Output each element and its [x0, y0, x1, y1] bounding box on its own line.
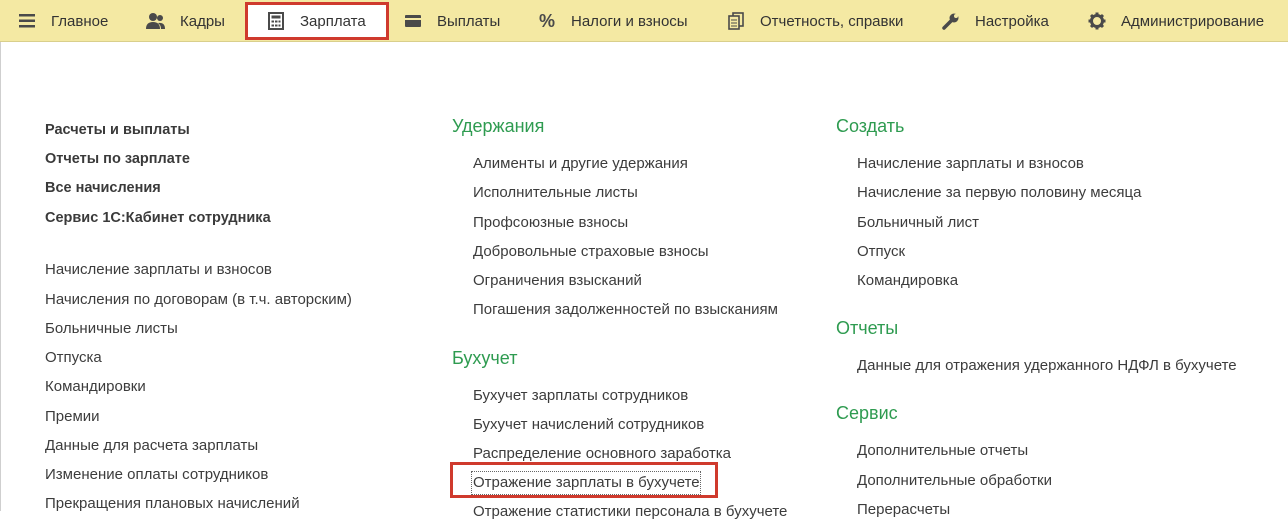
- section-title-accounting: Бухучет: [452, 348, 518, 368]
- nav-settings-label: Настройка: [975, 12, 1049, 30]
- link-contract-accruals[interactable]: Начисления по договорам (в т.ч. авторски…: [45, 291, 352, 308]
- link-ndfl-withheld-data[interactable]: Данные для отражения удержанного НДФЛ в …: [857, 357, 1237, 374]
- link-create-business-trip[interactable]: Командировка: [857, 272, 958, 289]
- section-title-reports: Отчеты: [836, 318, 899, 338]
- link-create-first-half[interactable]: Начисление за первую половину месяца: [857, 184, 1141, 201]
- link-staff-statistics-posting[interactable]: Отражение статистики персонала в бухучет…: [473, 503, 787, 520]
- link-additional-processing[interactable]: Дополнительные обработки: [857, 472, 1052, 489]
- menu-icon: [17, 11, 37, 31]
- link-bonuses[interactable]: Премии: [45, 408, 100, 425]
- link-create-payroll[interactable]: Начисление зарплаты и взносов: [857, 155, 1084, 172]
- nav-taxes[interactable]: % Налоги и взносы: [537, 0, 688, 42]
- wrench-icon: [941, 11, 961, 31]
- calculator-icon: [266, 11, 286, 31]
- link-collection-limits[interactable]: Ограничения взысканий: [473, 272, 642, 289]
- nav-main[interactable]: Главное: [17, 0, 108, 42]
- link-salary-posting[interactable]: Отражение зарплаты в бухучете: [473, 474, 700, 491]
- link-business-trips[interactable]: Командировки: [45, 378, 146, 395]
- top-navigation-bar: Главное Кадры Зарплата Выплаты % Налоги …: [0, 0, 1288, 42]
- link-calculations-payments[interactable]: Расчеты и выплаты: [45, 122, 190, 138]
- nav-salary-label: Зарплата: [300, 12, 366, 30]
- nav-reports-label: Отчетность, справки: [760, 12, 904, 30]
- percent-icon: %: [538, 10, 555, 31]
- nav-hr[interactable]: Кадры: [146, 0, 225, 42]
- wallet-icon: [403, 11, 423, 31]
- nav-taxes-label: Налоги и взносы: [571, 12, 688, 30]
- link-main-earnings-distribution[interactable]: Распределение основного заработка: [473, 445, 731, 462]
- nav-payments-label: Выплаты: [437, 12, 501, 30]
- link-employee-accrual-accounting[interactable]: Бухучет начислений сотрудников: [473, 416, 704, 433]
- link-salary-reports[interactable]: Отчеты по зарплате: [45, 151, 190, 167]
- people-icon: [146, 11, 166, 31]
- nav-hr-label: Кадры: [180, 12, 225, 30]
- link-recalculations[interactable]: Перерасчеты: [857, 501, 950, 518]
- link-stop-planned-accruals[interactable]: Прекращения плановых начислений: [45, 495, 300, 512]
- nav-payments[interactable]: Выплаты: [403, 0, 500, 42]
- link-sick-leaves[interactable]: Больничные листы: [45, 320, 178, 337]
- nav-salary[interactable]: Зарплата: [245, 2, 389, 40]
- link-additional-reports[interactable]: Дополнительные отчеты: [857, 442, 1028, 459]
- section-title-deductions: Удержания: [452, 116, 545, 136]
- link-writs[interactable]: Исполнительные листы: [473, 184, 638, 201]
- link-salary-calc-data[interactable]: Данные для расчета зарплаты: [45, 437, 258, 454]
- link-debt-repayments[interactable]: Погашения задолженностей по взысканиям: [473, 301, 778, 318]
- section-title-service: Сервис: [836, 403, 898, 423]
- link-employee-cabinet-service[interactable]: Сервис 1С:Кабинет сотрудника: [45, 210, 271, 226]
- link-alimony[interactable]: Алименты и другие удержания: [473, 155, 688, 172]
- nav-main-label: Главное: [51, 12, 109, 30]
- link-create-vacation[interactable]: Отпуск: [857, 243, 905, 260]
- link-payroll-contributions[interactable]: Начисление зарплаты и взносов: [45, 261, 272, 278]
- link-vacations[interactable]: Отпуска: [45, 349, 102, 366]
- gear-icon: [1087, 11, 1107, 31]
- link-create-sick-leave[interactable]: Больничный лист: [857, 214, 979, 231]
- link-employee-salary-accounting[interactable]: Бухучет зарплаты сотрудников: [473, 387, 688, 404]
- link-union-fees[interactable]: Профсоюзные взносы: [473, 214, 628, 231]
- nav-administration[interactable]: Администрирование: [1087, 0, 1264, 42]
- nav-administration-label: Администрирование: [1121, 12, 1265, 30]
- nav-reports[interactable]: Отчетность, справки: [726, 0, 903, 42]
- link-pay-changes[interactable]: Изменение оплаты сотрудников: [45, 466, 268, 483]
- link-voluntary-insurance[interactable]: Добровольные страховые взносы: [473, 243, 708, 260]
- documents-icon: [726, 11, 746, 31]
- section-title-create: Создать: [836, 116, 905, 136]
- nav-settings[interactable]: Настройка: [941, 0, 1049, 42]
- link-all-accruals[interactable]: Все начисления: [45, 180, 161, 196]
